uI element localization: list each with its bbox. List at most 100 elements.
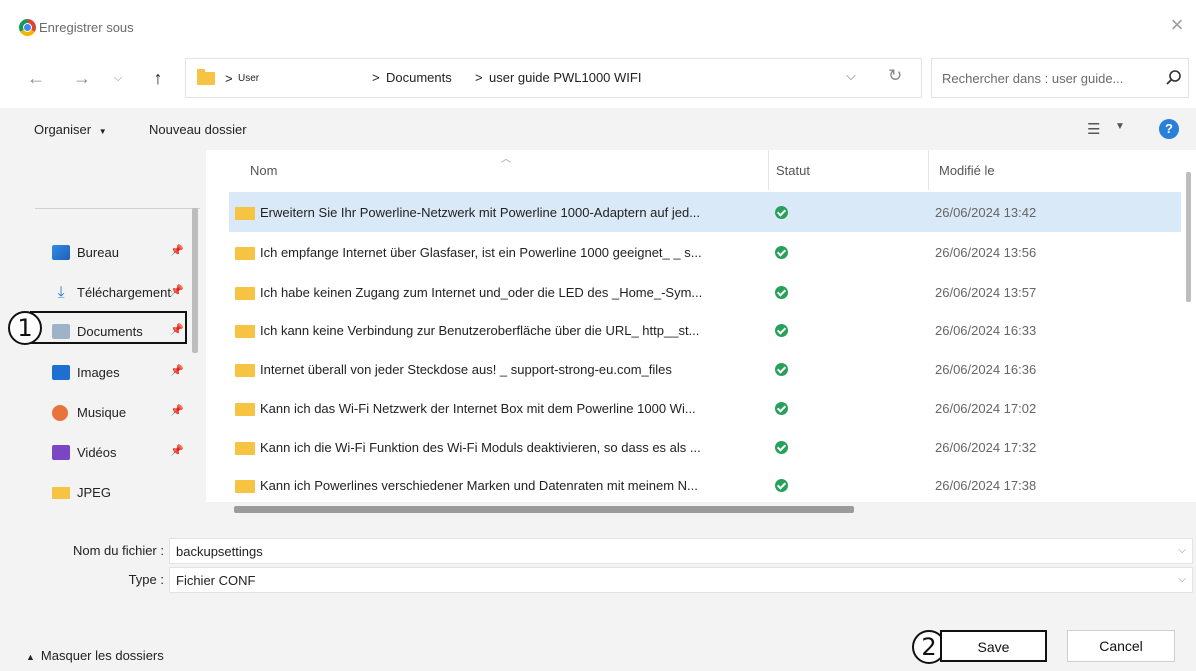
type-value: Fichier CONF [176, 573, 256, 588]
folder-icon [235, 207, 255, 220]
file-name: Ich habe keinen Zugang zum Internet und_… [260, 285, 703, 300]
cancel-button[interactable]: Cancel [1067, 630, 1175, 662]
file-name: Ich kann keine Verbindung zur Benutzerob… [260, 323, 700, 338]
filename-field[interactable]: backupsettings ⌵ [169, 538, 1193, 564]
file-date: 26/06/2024 13:42 [935, 205, 1037, 220]
sidebar-item-label: Images [77, 365, 120, 380]
folder-icon [235, 442, 255, 455]
column-divider[interactable] [768, 150, 769, 190]
arrow-up-icon[interactable]: ↑ [146, 66, 170, 90]
arrow-left-icon[interactable]: ← [24, 66, 48, 90]
table-row[interactable]: Erweitern Sie Ihr Powerline-Netzwerk mit… [229, 192, 1181, 232]
file-date: 26/06/2024 16:33 [935, 323, 1037, 338]
file-name: Internet überall von jeder Steckdose aus… [260, 362, 672, 377]
pin-icon[interactable]: 📌 [170, 444, 184, 457]
sidebar-item-bureau[interactable]: Bureau 📌 [52, 238, 202, 266]
breadcrumb-documents[interactable]: Documents [386, 70, 452, 85]
table-row[interactable]: Kann ich Powerlines verschiedener Marken… [229, 465, 1181, 505]
title-bar: Enregistrer sous × [0, 0, 1196, 58]
dropdown-arrow-icon[interactable]: ▼ [1115, 121, 1125, 132]
file-name: Kann ich die Wi-Fi Funktion des Wi-Fi Mo… [260, 440, 701, 455]
chevron-down-icon[interactable]: ⌵ [106, 66, 130, 90]
music-icon [52, 405, 68, 421]
file-name: Kann ich Powerlines verschiedener Marken… [260, 478, 698, 493]
sidebar-item-images[interactable]: Images 📌 [52, 358, 202, 386]
view-options-icon[interactable]: ☰ [1087, 120, 1100, 138]
sync-ok-icon [775, 324, 788, 337]
save-form: Nom du fichier : backupsettings ⌵ Type :… [0, 520, 1196, 671]
column-divider[interactable] [928, 150, 929, 190]
pin-icon[interactable]: 📌 [170, 364, 184, 377]
pin-icon[interactable]: 📌 [170, 284, 184, 297]
sync-ok-icon [775, 286, 788, 299]
sidebar-item-music[interactable]: Musique 📌 [52, 398, 202, 426]
command-bar: Organiser ▼ Nouveau dossier ☰ ▼ ? [0, 108, 1196, 150]
sidebar-item-label: Téléchargements [77, 285, 172, 300]
chevron-down-icon[interactable]: ⌵ [1178, 545, 1186, 556]
folder-icon [197, 69, 215, 85]
hide-folders-button[interactable]: ▲ Masquer les dossiers [26, 648, 164, 663]
sidebar-item-downloads[interactable]: ⤓ Téléchargements 📌 [52, 278, 202, 306]
folder-icon [235, 364, 255, 377]
filename-input[interactable]: backupsettings [176, 544, 263, 559]
hide-folders-label: Masquer les dossiers [40, 648, 164, 663]
file-date: 26/06/2024 17:32 [935, 440, 1037, 455]
search-icon[interactable] [1165, 69, 1183, 87]
help-icon[interactable]: ? [1159, 119, 1179, 139]
folder-icon [235, 287, 255, 300]
file-name: Ich empfange Internet über Glasfaser, is… [260, 245, 702, 260]
folder-icon [235, 480, 255, 493]
sidebar-item-label: Musique [77, 405, 127, 420]
save-button[interactable]: Save [940, 630, 1047, 662]
sidebar-item-videos[interactable]: Vidéos 📌 [52, 438, 202, 466]
chevron-down-icon[interactable]: ⌵ [846, 68, 856, 84]
column-header-status[interactable]: Statut [776, 150, 926, 190]
dropdown-arrow-icon: ▼ [98, 127, 107, 136]
table-row[interactable]: Kann ich das Wi-Fi Netzwerk der Internet… [229, 388, 1181, 428]
vertical-scrollbar[interactable] [1186, 172, 1191, 302]
sync-ok-icon [775, 441, 788, 454]
browser-area: Bureau 📌 ⤓ Téléchargements 📌 Documents 📌… [0, 150, 1196, 520]
window-title: Enregistrer sous [39, 20, 134, 35]
file-name: Erweitern Sie Ihr Powerline-Netzwerk mit… [260, 205, 701, 220]
arrow-right-icon[interactable]: → [70, 66, 94, 90]
search-input[interactable]: Rechercher dans : user guide... [942, 71, 1123, 86]
file-name: Kann ich das Wi-Fi Netzwerk der Internet… [260, 401, 696, 416]
refresh-icon[interactable]: ↻ [888, 66, 902, 86]
horizontal-scrollbar[interactable] [234, 506, 854, 513]
table-row[interactable]: Ich habe keinen Zugang zum Internet und_… [229, 272, 1181, 312]
column-header-label: Modifié le [939, 163, 995, 178]
breadcrumb-separator: > [225, 71, 233, 86]
sync-ok-icon [775, 246, 788, 259]
new-folder-button[interactable]: Nouveau dossier [149, 122, 247, 137]
sync-ok-icon [775, 479, 788, 492]
pin-icon[interactable]: 📌 [170, 244, 184, 257]
table-row[interactable]: Internet überall von jeder Steckdose aus… [229, 349, 1181, 389]
column-header-modified[interactable]: Modifié le [939, 150, 1179, 190]
annotation-marker-1: 1 [8, 311, 42, 345]
organize-button[interactable]: Organiser ▼ [34, 122, 107, 137]
column-header-name[interactable]: Nom [250, 150, 766, 190]
file-date: 26/06/2024 13:57 [935, 285, 1037, 300]
column-header-label: Statut [776, 163, 810, 178]
images-icon [52, 365, 70, 380]
chrome-icon [19, 19, 36, 36]
address-bar[interactable]: > User > Documents > user guide PWL1000 … [185, 58, 922, 98]
sidebar-item-label: Vidéos [77, 445, 117, 460]
breadcrumb-current-folder[interactable]: user guide PWL1000 WIFI [489, 70, 641, 85]
folder-icon [235, 325, 255, 338]
type-select[interactable]: Fichier CONF ⌵ [169, 567, 1193, 593]
sidebar-item-jpeg[interactable]: JPEG [52, 478, 202, 506]
sync-ok-icon [775, 206, 788, 219]
navigation-bar: ← → ⌵ ↑ > User > Documents > user guide … [0, 58, 1196, 102]
folder-icon [235, 247, 255, 260]
close-icon[interactable]: × [1166, 14, 1188, 36]
search-box[interactable]: Rechercher dans : user guide... [931, 58, 1189, 98]
table-row[interactable]: Ich empfange Internet über Glasfaser, is… [229, 232, 1181, 272]
pin-icon[interactable]: 📌 [170, 404, 184, 417]
table-row[interactable]: Ich kann keine Verbindung zur Benutzerob… [229, 310, 1181, 350]
table-row[interactable]: Kann ich die Wi-Fi Funktion des Wi-Fi Mo… [229, 427, 1181, 467]
breadcrumb-user[interactable]: User [238, 73, 259, 84]
chevron-down-icon[interactable]: ⌵ [1178, 574, 1186, 585]
file-date: 26/06/2024 13:56 [935, 245, 1037, 260]
